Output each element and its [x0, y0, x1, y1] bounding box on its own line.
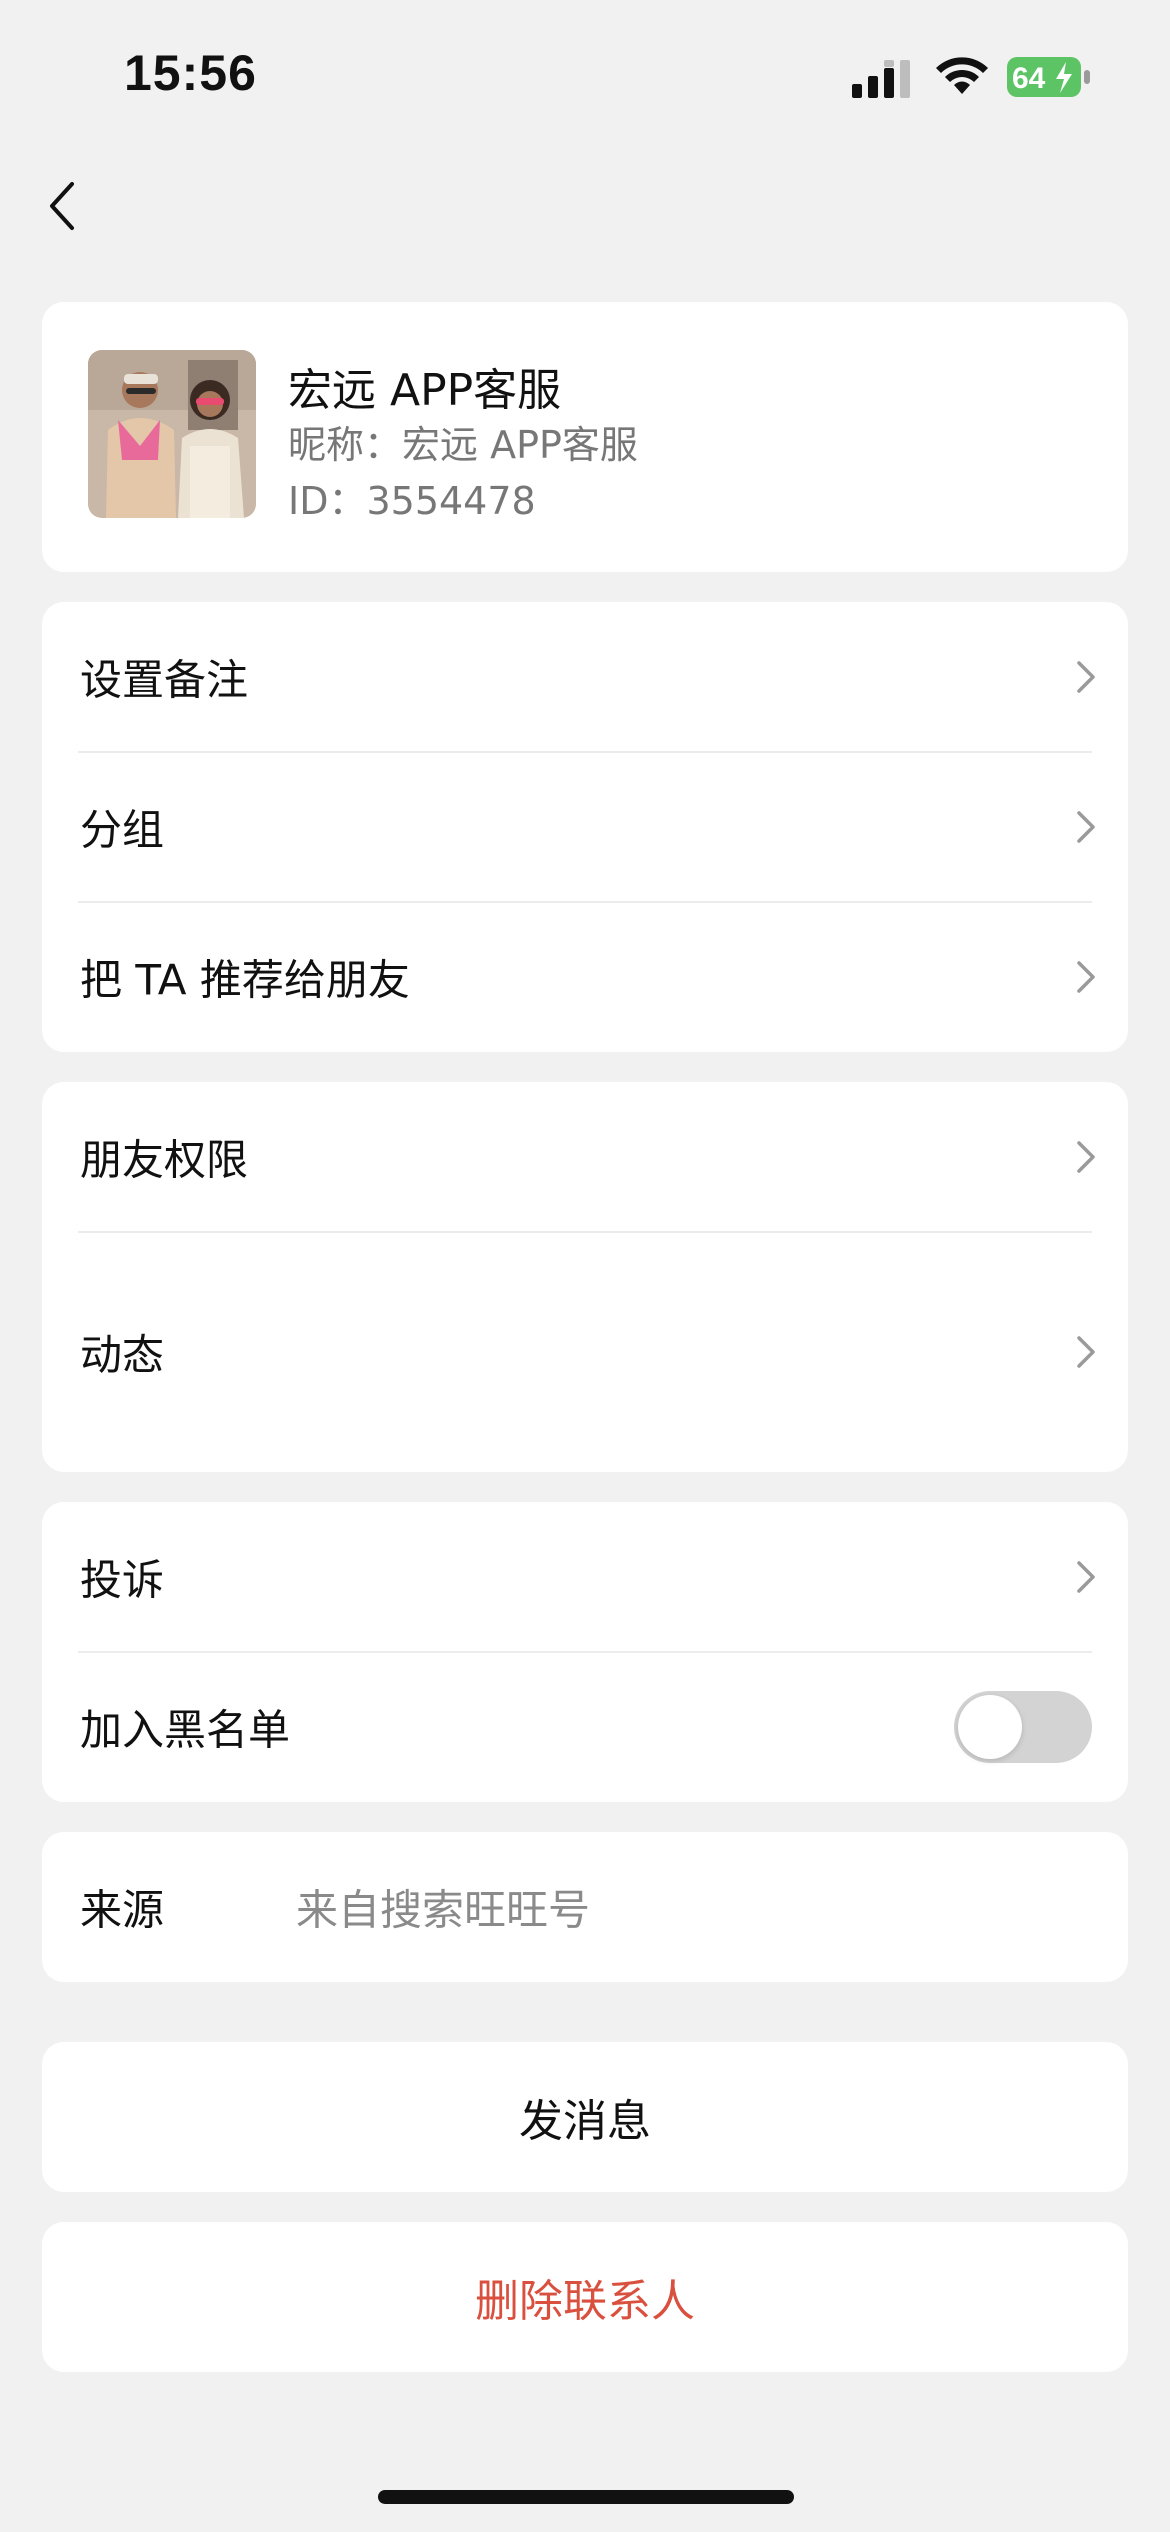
send-message-button[interactable]: 发消息 — [42, 2042, 1128, 2192]
battery-icon: 64 — [1007, 57, 1090, 97]
chevron-right-icon — [1077, 661, 1095, 693]
group-label: 分组 — [80, 805, 165, 855]
blacklist-toggle[interactable] — [954, 1691, 1092, 1763]
chevron-right-icon — [1077, 1141, 1095, 1173]
source-label: 来源 — [80, 1885, 165, 1935]
source-row: 来源 来自搜索旺旺号 — [42, 1832, 1128, 1982]
complaint-label: 投诉 — [80, 1555, 165, 1605]
blacklist-label: 加入黑名单 — [80, 1705, 291, 1755]
recommend-label: 把 TA 推荐给朋友 — [80, 955, 410, 1005]
moments-row[interactable]: 动态 — [42, 1232, 1128, 1472]
delete-contact-label: 删除联系人 — [475, 2276, 695, 2327]
chevron-right-icon — [1077, 961, 1095, 993]
toggle-knob — [958, 1695, 1022, 1759]
settings-group-3: 投诉 加入黑名单 — [42, 1502, 1128, 1802]
profile-card[interactable]: 宏远 APP客服 昵称：宏远 APP客服 ID：3554478 — [42, 302, 1128, 572]
home-indicator[interactable] — [378, 2490, 794, 2504]
recommend-row[interactable]: 把 TA 推荐给朋友 — [42, 902, 1128, 1052]
profile-name: 宏远 APP客服 — [288, 365, 562, 416]
send-message-label: 发消息 — [519, 2096, 651, 2147]
wifi-icon — [936, 57, 988, 94]
friend-permission-label: 朋友权限 — [80, 1135, 249, 1185]
profile-id: ID：3554478 — [288, 479, 536, 523]
set-remark-label: 设置备注 — [80, 655, 249, 705]
settings-group-1: 设置备注 分组 把 TA 推荐给朋友 — [42, 602, 1128, 1052]
status-bar: 15:56 64 — [0, 0, 1170, 150]
profile-nickname: 昵称：宏远 APP客服 — [288, 423, 638, 467]
chevron-right-icon — [1077, 1336, 1095, 1368]
friend-permission-row[interactable]: 朋友权限 — [42, 1082, 1128, 1232]
settings-group-2: 朋友权限 动态 — [42, 1082, 1128, 1472]
blacklist-row: 加入黑名单 — [42, 1652, 1128, 1802]
complaint-row[interactable]: 投诉 — [42, 1502, 1128, 1652]
avatar[interactable] — [88, 350, 256, 518]
source-value: 来自搜索旺旺号 — [296, 1885, 591, 1935]
delete-contact-button[interactable]: 删除联系人 — [42, 2222, 1128, 2372]
set-remark-row[interactable]: 设置备注 — [42, 602, 1128, 752]
chevron-right-icon — [1077, 811, 1095, 843]
source-card: 来源 来自搜索旺旺号 — [42, 1832, 1128, 1982]
group-row[interactable]: 分组 — [42, 752, 1128, 902]
back-chevron-icon[interactable] — [38, 172, 88, 240]
chevron-right-icon — [1077, 1561, 1095, 1593]
moments-label: 动态 — [80, 1330, 165, 1380]
battery-level: 64 — [1012, 62, 1046, 95]
status-time: 15:56 — [124, 45, 257, 101]
signal-icon — [852, 60, 910, 98]
